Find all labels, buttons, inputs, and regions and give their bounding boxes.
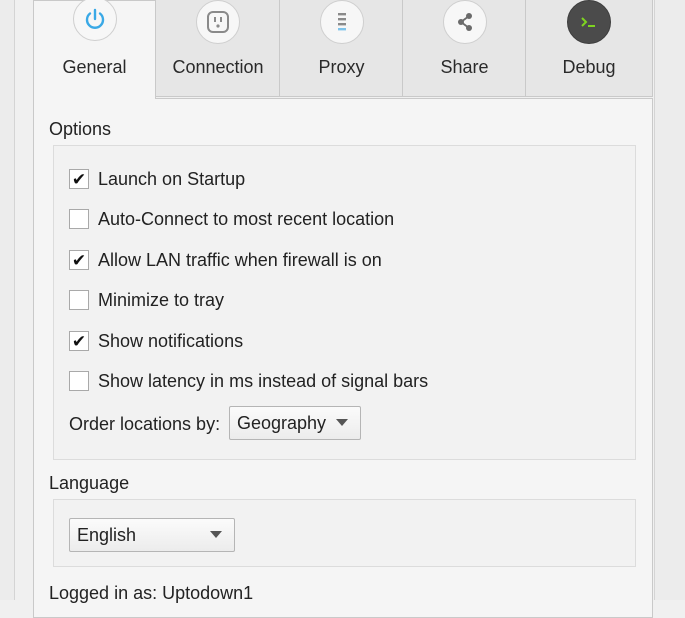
checkbox-label: Allow LAN traffic when firewall is on [98,249,382,270]
minimize-to-tray-checkbox[interactable]: Minimize to tray [69,288,224,312]
show-latency-checkbox[interactable]: Show latency in ms instead of signal bar… [69,369,428,393]
order-locations-label: Order locations by: [69,414,221,434]
logged-in-status: Logged in as: Uptodown1 [49,583,254,603]
tab-share-label: Share [440,57,489,77]
language-value: English [77,524,137,545]
tab-connection-label: Connection [172,57,264,77]
tab-proxy[interactable]: Proxy [279,0,403,97]
tab-connection[interactable]: Connection [155,0,280,97]
window-right-edge [654,0,685,600]
checkbox-box [69,209,89,229]
tab-debug-label: Debug [562,57,616,77]
show-notifications-checkbox[interactable]: ✔ Show notifications [69,329,243,353]
language-title: Language [49,473,130,493]
checkbox-label: Launch on Startup [98,168,246,189]
chevron-down-icon [336,419,348,426]
checkbox-box: ✔ [69,250,89,270]
window-left-edge [0,0,15,600]
tab-general-label: General [62,57,127,77]
checkbox-label: Auto-Connect to most recent location [98,208,395,229]
terminal-icon [567,0,611,44]
proxy-list-icon [319,0,364,44]
order-locations-value: Geography [237,412,327,433]
tab-share[interactable]: Share [402,0,526,97]
tab-general[interactable]: General [33,0,156,99]
checkbox-label: Minimize to tray [98,289,225,310]
auto-connect-checkbox[interactable]: Auto-Connect to most recent location [69,207,394,231]
tab-proxy-label: Proxy [318,57,365,77]
checkbox-label: Show latency in ms instead of signal bar… [98,370,429,391]
share-icon [442,0,487,44]
launch-on-startup-checkbox[interactable]: ✔ Launch on Startup [69,167,245,191]
plug-icon [196,0,240,44]
checkbox-box: ✔ [69,169,89,189]
checkbox-box: ✔ [69,331,89,351]
options-title: Options [49,119,112,139]
tab-debug[interactable]: Debug [525,0,653,97]
checkbox-box [69,371,89,391]
tab-strip: Connection Proxy Share Debug General [33,0,653,99]
chevron-down-icon [210,531,222,538]
checkbox-label: Show notifications [98,330,244,351]
order-locations-dropdown[interactable]: Geography [229,406,361,440]
power-icon [72,0,117,41]
allow-lan-traffic-checkbox[interactable]: ✔ Allow LAN traffic when firewall is on [69,248,382,272]
checkbox-box [69,290,89,310]
language-dropdown[interactable]: English [69,518,235,552]
